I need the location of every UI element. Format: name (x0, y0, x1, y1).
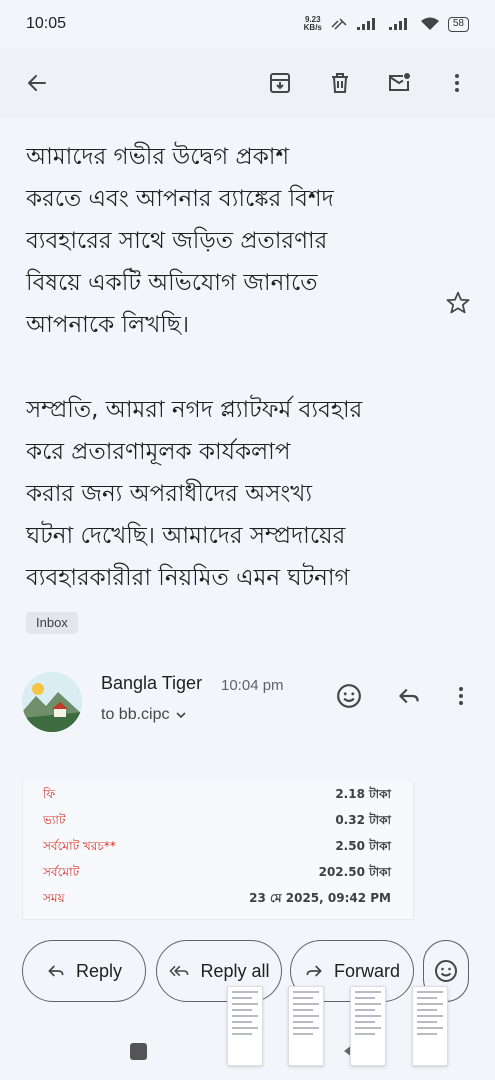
receipt-label: ফি (43, 787, 56, 801)
body-line: ঘটনা দেখেছি। আমাদের সম্প্রদায়ের (26, 523, 346, 549)
message-more-button[interactable] (445, 680, 477, 712)
message-reply-button[interactable] (393, 680, 425, 712)
reply-icon (399, 688, 419, 704)
speed-unit: KB/s (303, 23, 322, 32)
receipt-row: সময় 23 মে 2025, 09:42 PM (43, 890, 391, 910)
status-time: 10:05 (26, 15, 67, 32)
reply-button[interactable]: Reply (22, 940, 146, 1002)
sender-name[interactable]: Bangla Tiger (101, 673, 202, 694)
add-reaction-button[interactable] (333, 680, 365, 712)
emoji-icon (337, 684, 361, 708)
body-line: বিষয়ে একটি অভিযোগ জানাতে (26, 270, 318, 296)
receipt-row: সর্বমোট 202.50 টাকা (43, 864, 391, 884)
more-vert-icon (455, 74, 459, 92)
recent-thumbnail-3[interactable] (350, 986, 386, 1066)
star-icon (446, 291, 470, 314)
receipt-value: 202.50 টাকা (318, 865, 391, 879)
arrow-back-icon (28, 75, 46, 91)
recent-apps-button[interactable] (130, 1043, 147, 1060)
recipient-text: to bb.cipc (101, 706, 170, 723)
reply-all-label: Reply all (200, 960, 270, 981)
more-options-button[interactable] (440, 66, 474, 100)
recent-thumbnail-2[interactable] (288, 986, 324, 1066)
archive-button[interactable] (263, 66, 297, 100)
email-paragraph-2: সম্প্রতি, আমরা নগদ প্ল্যাটফর্ম ব্যবহার ক… (26, 389, 436, 599)
label-chip-inbox[interactable]: Inbox (26, 612, 78, 634)
receipt-row: সর্বমোট খরচ** 2.50 টাকা (43, 838, 391, 858)
avatar[interactable] (22, 672, 82, 732)
delete-button[interactable] (323, 66, 357, 100)
volte-icon (331, 18, 347, 30)
receipt-value: 2.18 টাকা (335, 787, 391, 801)
signal-icon-1 (356, 18, 375, 30)
star-button[interactable] (445, 290, 471, 316)
forward-label: Forward (333, 960, 400, 981)
emoji-icon (435, 960, 457, 982)
reply-all-icon (170, 965, 189, 977)
receipt-row: ফি 2.18 টাকা (43, 786, 391, 806)
recent-thumbnail-4[interactable] (412, 986, 448, 1066)
message-time: 10:04 pm (221, 677, 284, 694)
wifi-icon (420, 17, 439, 30)
reply-all-button[interactable]: Reply all (156, 940, 282, 1002)
signal-icon-2 (388, 18, 407, 30)
recent-thumbnail-1[interactable] (227, 986, 263, 1066)
forward-icon (306, 965, 322, 977)
battery-indicator: 58 (447, 16, 469, 32)
archive-icon (270, 73, 290, 93)
status-icons: 9.23 KB/s 58 (304, 16, 469, 32)
more-vert-icon (459, 687, 463, 705)
receipt-label: সর্বমোট খরচ** (43, 839, 116, 853)
body-line: ব্যবহারের সাথে জড়িত প্রতারণার (26, 228, 328, 254)
mark-unread-icon (389, 73, 410, 91)
receipt-value: 23 মে 2025, 09:42 PM (249, 891, 391, 905)
body-line: আমাদের গভীর উদ্বেগ প্রকাশ (26, 144, 290, 170)
body-line: আপনাকে লিখছি। (26, 312, 190, 338)
mark-unread-button[interactable] (382, 66, 416, 100)
back-button[interactable] (20, 66, 54, 100)
top-toolbar (0, 48, 495, 118)
reply-icon (48, 965, 64, 977)
receipt-value: 0.32 টাকা (335, 813, 391, 827)
receipt-value: 2.50 টাকা (335, 839, 391, 853)
email-paragraph-1: আমাদের গভীর উদ্বেগ প্রকাশ করতে এবং আপনার… (26, 136, 436, 346)
receipt-label: ভ্যাট (43, 813, 66, 827)
receipt-label: সর্বমোট (43, 865, 80, 879)
body-line: করে প্রতারণামূলক কার্যকলাপ (26, 439, 291, 465)
trash-icon (332, 73, 348, 93)
body-line: করতে এবং আপনার ব্যাঙ্কের বিশদ (26, 186, 334, 212)
network-speed: 9.23 KB/s (304, 16, 322, 32)
receipt-row: ভ্যাট 0.32 টাকা (43, 812, 391, 832)
chevron-down-icon (176, 712, 187, 719)
body-line: সম্প্রতি, আমরা নগদ প্ল্যাটফর্ম ব্যবহার (26, 397, 363, 423)
body-line: করার জন্য অপরাধীদের অসংখ্য (26, 481, 313, 507)
reply-label: Reply (75, 960, 123, 981)
receipt-label: সময় (43, 891, 65, 905)
transaction-receipt: ফি 2.18 টাকা ভ্যাট 0.32 টাকা সর্বমোট খরচ… (22, 782, 414, 920)
body-line: ব্যবহারকারীরা নিয়মিত এমন ঘটনাগ (26, 565, 350, 591)
avatar-landscape-icon (22, 672, 82, 732)
recipient-details[interactable]: to bb.cipc (101, 706, 187, 724)
status-bar: 10:05 9.23 KB/s 58 (0, 0, 495, 48)
